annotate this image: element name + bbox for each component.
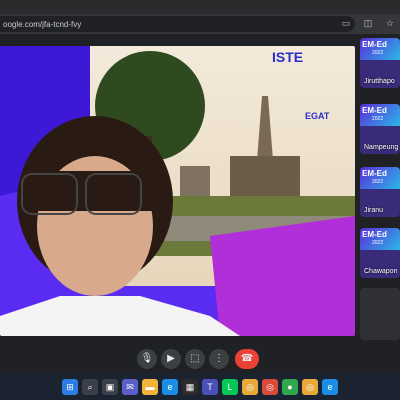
chrome-icon-2[interactable]: ◎ — [262, 379, 278, 395]
participant-tile[interactable]: EM-Ed 2022 Nampeung — [360, 104, 400, 154]
participant-banner: EM-Ed — [362, 169, 387, 178]
magenta-shape — [210, 216, 355, 336]
windows-icon[interactable]: ⊞ — [62, 379, 78, 395]
line-icon[interactable]: L — [222, 379, 238, 395]
participant-banner-year: 2022 — [372, 50, 384, 56]
mic-icon[interactable]: 🎙 — [137, 349, 157, 369]
main-video-tile[interactable]: ISTE EGAT — [0, 46, 355, 336]
chrome-icon[interactable]: ◎ — [242, 379, 258, 395]
main-video-feed: ISTE EGAT — [0, 46, 355, 336]
sponsor-logo: EGAT — [305, 111, 330, 121]
participant-name: Nampeung — [364, 144, 399, 151]
participant-tile[interactable]: EM-Ed 2022 Chawapon — [360, 228, 400, 278]
participant-tile[interactable]: EM-Ed 2022 Jirutthapo — [360, 38, 400, 88]
windows-taskbar: ⊞ ⌕ ▣ ✉ ▬ e ▦ T L ◎ ◎ ● ◎ e — [0, 374, 400, 400]
end-call-icon[interactable]: ☎ — [235, 349, 259, 369]
edge-icon[interactable]: e — [162, 379, 178, 395]
participant-banner: EM-Ed — [362, 40, 387, 49]
participant-name: Jiranu — [364, 207, 384, 214]
green-app-icon[interactable]: ● — [282, 379, 298, 395]
participant-banner: EM-Ed — [362, 106, 387, 115]
participant-banner-year: 2022 — [372, 116, 384, 122]
store-icon[interactable]: ▦ — [182, 379, 198, 395]
cast-icon[interactable]: ◫ — [362, 17, 374, 29]
task-view-icon[interactable]: ▣ — [102, 379, 118, 395]
browser-tab-strip — [0, 0, 400, 14]
participant-name: Jirutthapo — [364, 78, 395, 85]
teams-icon[interactable]: T — [202, 379, 218, 395]
temple-ruins — [230, 156, 300, 196]
address-bar: oogle.com/jfa-tcnd-fvy ▭ ◫ ☆ — [0, 14, 400, 34]
edge-icon-2[interactable]: e — [322, 379, 338, 395]
participant-banner-year: 2022 — [372, 179, 384, 185]
url-field[interactable]: oogle.com/jfa-tcnd-fvy — [0, 16, 355, 32]
star-icon[interactable]: ☆ — [384, 17, 396, 29]
explorer-icon[interactable]: ▬ — [142, 379, 158, 395]
chrome-icon-3[interactable]: ◎ — [302, 379, 318, 395]
banner-text: ISTE — [272, 49, 303, 65]
video-icon[interactable]: ▶ — [161, 349, 181, 369]
search-icon[interactable]: ⌕ — [82, 379, 98, 395]
participant-banner: EM-Ed — [362, 230, 387, 239]
url-text: oogle.com/jfa-tcnd-fvy — [3, 19, 82, 29]
participant-tile[interactable]: EM-Ed 2022 Jiranu — [360, 167, 400, 217]
more-icon[interactable]: ⋮ — [209, 349, 229, 369]
participant-name: Chawapon — [364, 268, 398, 275]
self-view-tile[interactable] — [360, 288, 400, 340]
participant-banner-year: 2022 — [372, 240, 384, 246]
camera-icon[interactable]: ▭ — [340, 17, 352, 29]
meeting-controls: 🎙 ▶ ⬚ ⋮ ☎ — [0, 342, 400, 374]
present-icon[interactable]: ⬚ — [185, 349, 205, 369]
chat-icon[interactable]: ✉ — [122, 379, 138, 395]
